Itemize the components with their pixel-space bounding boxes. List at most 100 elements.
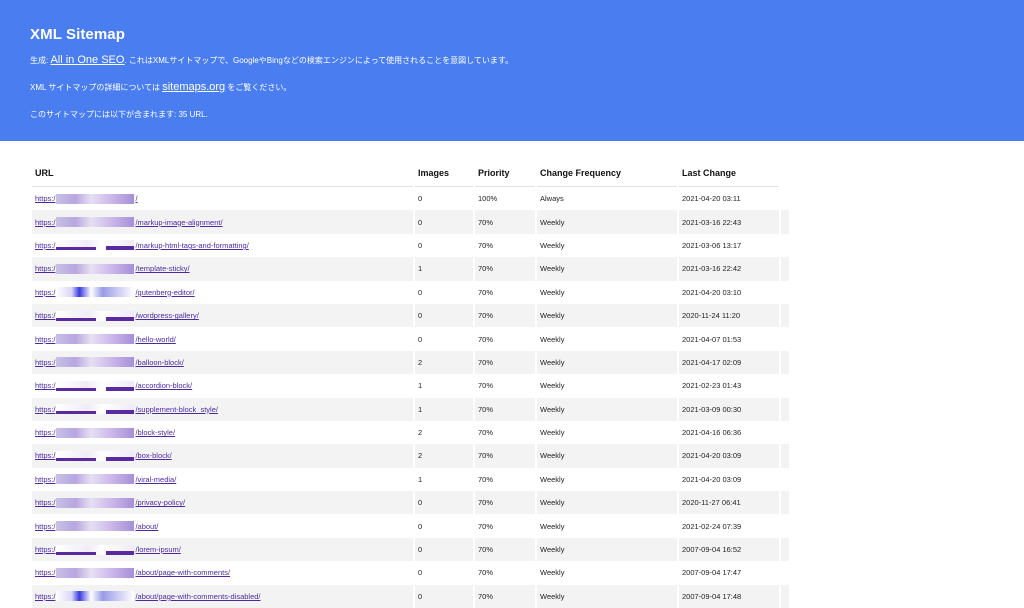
last-change-cell: 2021-04-20 03:09 [682, 474, 742, 484]
url-link[interactable]: https:/ /balloon-block/ [35, 357, 184, 368]
priority-cell: 70% [475, 303, 535, 328]
row-spacer-cell [781, 234, 789, 257]
priority-cell: 70% [475, 397, 535, 421]
url-prefix: https:/ [35, 521, 56, 531]
url-link[interactable]: https:/ /wordpress-gallery/ [35, 310, 199, 321]
priority-cell: 70% [475, 444, 535, 468]
url-path: /wordpress-gallery/ [135, 311, 199, 321]
column-header-last-change[interactable]: Last Change [679, 160, 779, 187]
column-header-url[interactable]: URL [32, 160, 413, 187]
url-link[interactable]: https:/ /about/page-with-comments/ [35, 567, 231, 578]
url-cell: https:/ /wordpress-gallery/ [32, 303, 413, 328]
row-spacer-cell [781, 303, 789, 328]
url-link[interactable]: https:/ / [35, 193, 138, 204]
redacted-domain [56, 497, 135, 508]
url-cell: https:/ /about/page-with-comments/ [32, 561, 413, 584]
table-row: https:/ /lorem-ipsum/0 70% Weekly 2007-09-04… [32, 537, 789, 562]
url-cell: https:/ /hello-world/ [32, 327, 413, 350]
change-frequency-cell: Weekly [537, 397, 677, 421]
redacted-domain [56, 334, 135, 345]
url-link[interactable]: https:/ /viral-media/ [35, 474, 176, 485]
last-change-cell: 2007-09-04 17:47 [682, 568, 742, 578]
column-header-priority[interactable]: Priority [475, 160, 535, 187]
sitemaps-prefix: XML サイトマップの詳細については [30, 83, 163, 92]
url-path: /markup-image-alignment/ [135, 217, 223, 227]
redacted-domain [56, 217, 135, 228]
url-link[interactable]: https:/ /block-style/ [35, 427, 175, 438]
table-row: https:/ /about/0 70% Weekly 2021-02-24 07:39 [32, 514, 789, 537]
images-cell: 1 [418, 381, 423, 391]
table-header-row: URL Images Priority Change Frequency Las… [32, 160, 789, 187]
row-spacer-cell [781, 537, 789, 562]
images-cell: 0 [415, 537, 473, 562]
redacted-domain [56, 450, 135, 461]
url-link[interactable]: https:/ /markup-html-tags-and-formatting/ [35, 240, 249, 251]
url-link[interactable]: https:/ /lorem-ipsum/ [35, 544, 181, 555]
priority-cell: 70% [478, 381, 494, 391]
url-cell: https:/ /gutenberg-editor/ [32, 281, 413, 304]
row-spacer-cell [781, 421, 789, 444]
generator-suffix: . これはXMLサイトマップで、GoogleやBingなどの検索エンジンによって… [124, 56, 514, 65]
url-link[interactable]: https:/ /template-sticky/ [35, 263, 190, 274]
last-change-cell: 2021-04-20 03:09 [679, 444, 779, 468]
url-link[interactable]: https:/ /gutenberg-editor/ [35, 287, 195, 298]
aioseo-link[interactable]: All in One SEO [50, 54, 124, 66]
url-link[interactable]: https:/ /markup-image-alignment/ [35, 217, 223, 228]
url-link[interactable]: https:/ /hello-world/ [35, 334, 176, 345]
row-spacer-cell [781, 281, 789, 304]
last-change-cell: 2021-02-23 01:43 [682, 381, 742, 391]
column-header-change-frequency[interactable]: Change Frequency [537, 160, 677, 187]
url-cell: https:/ /privacy-policy/ [32, 491, 413, 515]
change-frequency-cell: Weekly [540, 381, 565, 391]
table-row: https:/ /supplement-block_style/1 70% Weekl… [32, 397, 789, 421]
url-cell: https:/ /template-sticky/ [32, 257, 413, 281]
images-cell: 1 [418, 474, 423, 484]
priority-cell: 70% [478, 240, 494, 250]
row-spacer-cell [781, 468, 789, 491]
images-cell: 0 [418, 334, 423, 344]
url-link[interactable]: https:/ /about/ [35, 521, 159, 532]
column-header-images[interactable]: Images [415, 160, 473, 187]
last-change-cell: 2020-11-24 11:20 [679, 303, 779, 328]
redacted-domain [56, 193, 135, 204]
priority-cell: 70% [478, 334, 494, 344]
images-cell: 2 [415, 350, 473, 375]
priority-cell: 70% [475, 537, 535, 562]
redacted-domain [56, 380, 135, 391]
url-prefix: https:/ [35, 568, 56, 578]
table-row: https:/ / 0 100% Always 2021-04-20 03:11 [32, 187, 789, 210]
priority-cell: 70% [478, 568, 494, 578]
sitemaps-org-link[interactable]: sitemaps.org [162, 81, 225, 93]
url-prefix: https:/ [35, 591, 56, 601]
url-prefix: https:/ [35, 357, 56, 367]
url-path: /about/ [135, 521, 159, 531]
redacted-domain [56, 263, 135, 274]
last-change-cell: 2021-03-09 00:30 [679, 397, 779, 421]
priority-cell: 70% [478, 428, 494, 438]
row-spacer-cell [781, 374, 789, 397]
change-frequency-cell: Weekly [540, 240, 565, 250]
url-link[interactable]: https:/ /about/page-with-comments-disable… [35, 591, 261, 602]
row-spacer-cell [781, 584, 789, 608]
last-change-cell: 2007-09-04 16:52 [679, 537, 779, 562]
url-cell: https:/ /supplement-block_style/ [32, 397, 413, 421]
priority-cell: 70% [475, 584, 535, 608]
url-path: /about/page-with-comments/ [135, 568, 231, 578]
row-spacer-cell [781, 561, 789, 584]
url-link[interactable]: https:/ /box-block/ [35, 450, 172, 461]
images-cell: 0 [418, 568, 423, 578]
url-cell: https:/ /about/page-with-comments-disable… [32, 584, 413, 608]
url-link[interactable]: https:/ /supplement-block_style/ [35, 404, 218, 415]
url-prefix: https:/ [35, 311, 56, 321]
url-path: / [135, 194, 138, 204]
url-prefix: https:/ [35, 264, 56, 274]
url-prefix: https:/ [35, 451, 56, 461]
change-frequency-cell: Weekly [537, 257, 677, 281]
url-path: /supplement-block_style/ [135, 404, 218, 414]
url-link[interactable]: https:/ /privacy-policy/ [35, 497, 185, 508]
row-spacer-cell [781, 491, 789, 515]
url-link[interactable]: https:/ /accordion-block/ [35, 380, 192, 391]
url-path: /template-sticky/ [135, 264, 190, 274]
last-change-cell: 2021-03-16 22:42 [679, 257, 779, 281]
redacted-domain [56, 591, 135, 602]
